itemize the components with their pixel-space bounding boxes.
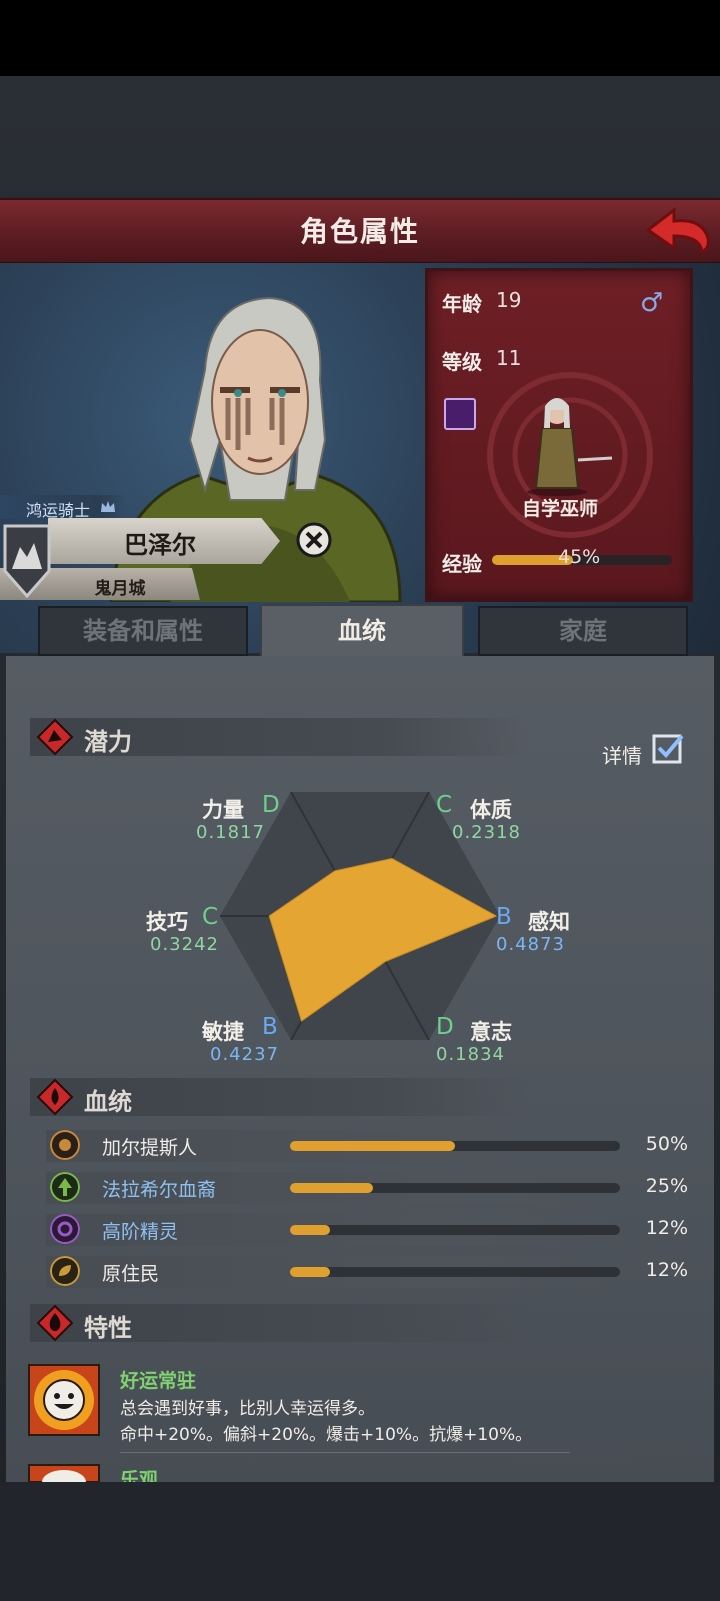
attr-will-name: 意志	[470, 1020, 512, 1044]
male-icon: ♂	[640, 288, 664, 318]
attr-perception-value: 0.4873	[496, 934, 565, 955]
lineage-bar	[290, 1267, 620, 1277]
class-name: 自学巫师	[521, 498, 598, 520]
attr-constitution-grade: C	[436, 792, 453, 818]
elf-emblem-icon	[50, 1214, 80, 1244]
lineage-percent: 50%	[645, 1133, 688, 1155]
character-name: 巴泽尔	[124, 531, 196, 559]
city-name: 鬼月城	[94, 579, 146, 599]
trait-divider	[120, 1452, 570, 1453]
smiley-sun-icon[interactable]	[28, 1364, 100, 1436]
potential-title: 潜力	[84, 728, 132, 756]
wand-icon	[444, 398, 476, 430]
lineage-name: 加尔提斯人	[102, 1137, 198, 1159]
tab-bloodline[interactable]: 血统	[260, 604, 464, 658]
page-title: 角色属性	[299, 215, 420, 248]
lineage-bar	[290, 1225, 620, 1235]
character-figure	[527, 398, 613, 496]
attr-strength-grade: D	[262, 792, 280, 818]
attr-skill-value: 0.3242	[150, 934, 219, 955]
attr-strength-name: 力量	[202, 798, 244, 822]
trait-name: 好运常驻	[120, 1370, 197, 1392]
tab-equipment[interactable]: 装备和属性	[38, 606, 248, 656]
attr-agility-value: 0.4237	[210, 1044, 279, 1065]
level-label: 等级	[442, 350, 482, 374]
attr-perception-name: 感知	[528, 910, 570, 934]
attr-agility-grade: B	[262, 1014, 278, 1040]
lineage-bar-fill	[290, 1225, 330, 1235]
bottom-bar	[0, 1482, 720, 1601]
trait-description: 总会遇到好事，比别人幸运得多。	[120, 1399, 375, 1419]
attr-skill-name: 技巧	[146, 910, 188, 934]
lineage-name: 法拉希尔血裔	[102, 1179, 217, 1201]
attr-will-grade: D	[436, 1014, 454, 1040]
attr-perception-grade: B	[496, 904, 512, 930]
level-value: 11	[496, 346, 522, 370]
character-title: 鸿运骑士	[26, 501, 91, 520]
attr-skill-grade: C	[202, 904, 219, 930]
attr-strength-value: 0.1817	[196, 822, 265, 843]
potential-icon	[36, 718, 74, 756]
close-icon[interactable]	[296, 522, 332, 558]
trait-effect: 命中+20%。偏斜+20%。爆击+10%。抗爆+10%。	[120, 1425, 533, 1445]
blood-drop-icon	[36, 1078, 74, 1116]
attr-agility-name: 敏捷	[202, 1020, 244, 1044]
attr-constitution-name: 体质	[470, 798, 512, 822]
status-bar	[0, 0, 720, 76]
fire-icon	[36, 1304, 74, 1342]
detail-label: 详情	[602, 744, 642, 768]
lineage-percent: 12%	[645, 1259, 688, 1281]
lineage-bar-fill	[290, 1141, 455, 1151]
lineage-percent: 25%	[645, 1175, 688, 1197]
attr-will-value: 0.1834	[436, 1044, 505, 1065]
galtis-emblem-icon	[50, 1130, 80, 1160]
traits-title: 特性	[84, 1314, 132, 1342]
age-value: 19	[496, 288, 522, 312]
lineage-name: 高阶精灵	[102, 1221, 179, 1243]
content-panel	[6, 656, 714, 1482]
tree-emblem-icon	[50, 1172, 80, 1202]
family-crest-icon	[3, 524, 51, 599]
leaf-emblem-icon	[50, 1256, 80, 1286]
age-label: 年龄	[442, 292, 482, 316]
optimism-icon[interactable]	[28, 1464, 100, 1482]
lineage-bar-fill	[290, 1183, 373, 1193]
lineage-name: 原住民	[102, 1263, 160, 1285]
detail-checkbox[interactable]	[652, 732, 684, 764]
bloodline-title: 血统	[84, 1088, 132, 1116]
exp-percent: 45%	[558, 546, 601, 568]
attr-constitution-value: 0.2318	[452, 822, 521, 843]
lineage-bar-fill	[290, 1267, 330, 1277]
tab-family[interactable]: 家庭	[478, 606, 688, 656]
lineage-percent: 12%	[645, 1217, 688, 1239]
back-arrow-icon[interactable]	[644, 204, 714, 256]
exp-label: 经验	[442, 552, 482, 576]
crown-icon	[101, 501, 115, 512]
